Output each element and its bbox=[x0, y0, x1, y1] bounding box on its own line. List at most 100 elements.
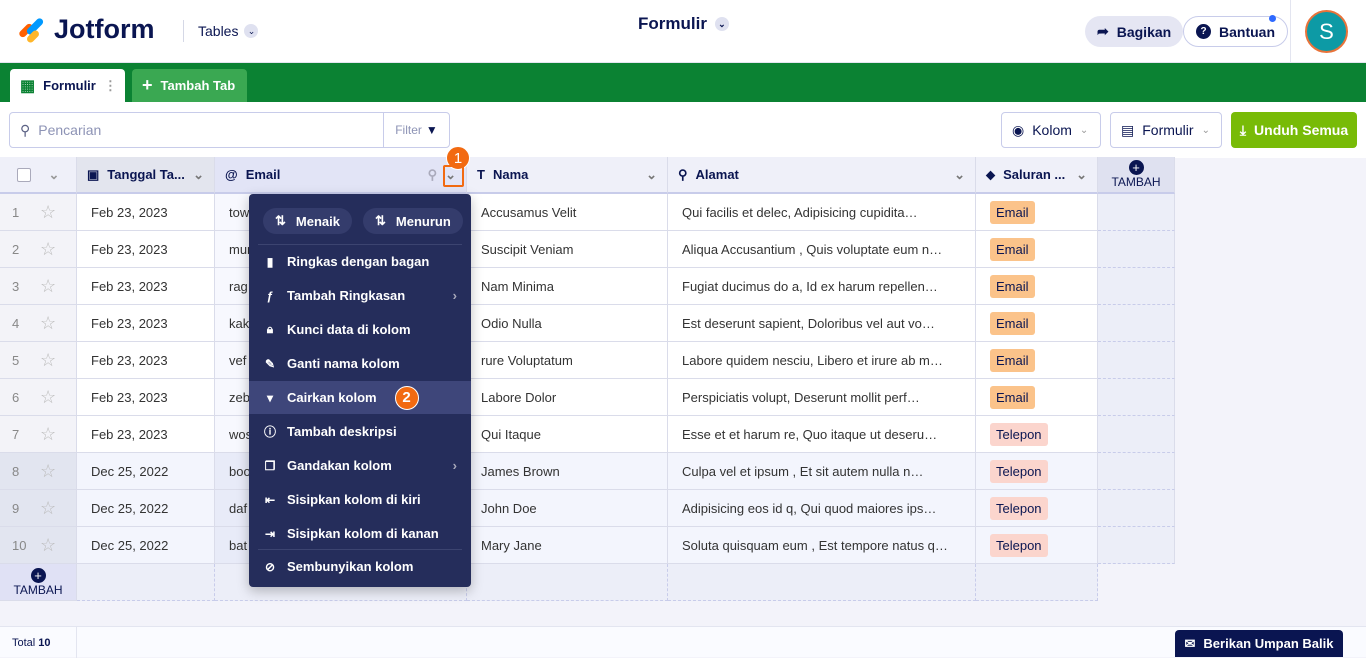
column-header-4[interactable]: ⚲ Alamat ⌄ bbox=[668, 157, 976, 194]
channel-cell[interactable]: Telepon bbox=[976, 453, 1098, 490]
product-switcher[interactable]: Tables ⌄ bbox=[198, 23, 259, 39]
channel-cell[interactable]: Telepon bbox=[976, 527, 1098, 564]
chevron-down-icon[interactable]: ⌄ bbox=[49, 167, 60, 183]
download-all-button[interactable]: ⤓ Unduh Semua bbox=[1231, 112, 1357, 148]
channel-cell[interactable]: Email bbox=[976, 194, 1098, 231]
channel-cell[interactable]: Email bbox=[976, 231, 1098, 268]
column-header-3[interactable]: T Nama ⌄ bbox=[467, 157, 668, 194]
star-icon[interactable]: ☆ bbox=[40, 239, 56, 260]
page-title[interactable]: Formulir ⌄ bbox=[638, 14, 729, 34]
filter-button[interactable]: Filter ▼ bbox=[383, 113, 449, 147]
address-cell[interactable]: Est deserunt sapient, Doloribus vel aut … bbox=[668, 305, 976, 342]
name-cell[interactable]: John Doe bbox=[467, 490, 668, 527]
name-cell[interactable]: rure Voluptatum bbox=[467, 342, 668, 379]
menu-item-bar-chart[interactable]: ▮ Ringkas dengan bagan bbox=[249, 245, 471, 278]
star-icon[interactable]: ☆ bbox=[40, 387, 56, 408]
name-cell[interactable]: James Brown bbox=[467, 453, 668, 490]
chevron-down-icon[interactable]: ⌄ bbox=[193, 167, 204, 183]
more-icon[interactable]: ⋮ bbox=[104, 78, 117, 94]
date-cell[interactable]: Feb 23, 2023 bbox=[77, 305, 215, 342]
star-icon[interactable]: ☆ bbox=[40, 202, 56, 223]
star-icon[interactable]: ☆ bbox=[40, 276, 56, 297]
star-icon[interactable]: ☆ bbox=[40, 535, 56, 556]
add-column-button[interactable]: + TAMBAH bbox=[1098, 157, 1175, 194]
address-cell[interactable]: Culpa vel et ipsum , Et sit autem nulla … bbox=[668, 453, 976, 490]
star-icon[interactable]: ☆ bbox=[40, 313, 56, 334]
column-header-5[interactable]: ⬥ Saluran ... ⌄ bbox=[976, 157, 1098, 194]
lock-icon: 🔒︎ bbox=[266, 322, 274, 336]
share-button[interactable]: ➦ Bagikan bbox=[1085, 16, 1184, 47]
column-header-2[interactable]: @ Email ⚲ ⌄ bbox=[215, 157, 467, 194]
empty-cell bbox=[1098, 453, 1175, 490]
menu-item-function[interactable]: ƒ Tambah Ringkasan › bbox=[249, 279, 471, 312]
jotform-logo[interactable]: Jotform bbox=[16, 14, 155, 45]
select-all-checkbox[interactable]: ⌄ bbox=[0, 157, 77, 194]
sort-descending-button[interactable]: ⇅ Menurun bbox=[363, 208, 463, 234]
tab-formulir[interactable]: ▦ Formulir ⋮ bbox=[10, 69, 125, 102]
channel-cell[interactable]: Email bbox=[976, 268, 1098, 305]
feedback-button[interactable]: ✉ Berikan Umpan Balik bbox=[1175, 630, 1343, 657]
address-cell[interactable]: Fugiat ducimus do a, Id ex harum repelle… bbox=[668, 268, 976, 305]
date-cell[interactable]: Dec 25, 2022 bbox=[77, 453, 215, 490]
star-icon[interactable]: ☆ bbox=[40, 461, 56, 482]
menu-item-label: Tambah deskripsi bbox=[287, 424, 397, 439]
address-cell[interactable]: Labore quidem nesciu, Libero et irure ab… bbox=[668, 342, 976, 379]
columns-button[interactable]: ◉ Kolom ⌄ bbox=[1001, 112, 1101, 148]
chevron-down-icon[interactable]: ⌄ bbox=[1076, 167, 1087, 183]
name-cell[interactable]: Suscipit Veniam bbox=[467, 231, 668, 268]
name-cell[interactable]: Labore Dolor bbox=[467, 379, 668, 416]
address-cell[interactable]: Soluta quisquam eum , Est tempore natus … bbox=[668, 527, 976, 564]
channel-badge: Email bbox=[990, 200, 1035, 224]
star-icon[interactable]: ☆ bbox=[40, 350, 56, 371]
add-tab-button[interactable]: + Tambah Tab bbox=[132, 69, 247, 102]
address-cell[interactable]: Perspiciatis volupt, Deserunt mollit per… bbox=[668, 379, 976, 416]
chevron-down-icon[interactable]: ⌄ bbox=[646, 167, 657, 183]
address-cell[interactable]: Aliqua Accusantium , Quis voluptate eum … bbox=[668, 231, 976, 268]
name-cell[interactable]: Qui Itaque bbox=[467, 416, 668, 453]
date-cell[interactable]: Feb 23, 2023 bbox=[77, 231, 215, 268]
column-menu-trigger-highlight[interactable] bbox=[443, 165, 464, 187]
address-cell[interactable]: Qui facilis et delec, Adipisicing cupidi… bbox=[668, 194, 976, 231]
avatar[interactable]: S bbox=[1305, 10, 1348, 53]
channel-cell[interactable]: Email bbox=[976, 342, 1098, 379]
date-cell[interactable]: Feb 23, 2023 bbox=[77, 268, 215, 305]
menu-item-rename[interactable]: ✎ Ganti nama kolom bbox=[249, 347, 471, 380]
address-cell[interactable]: Adipisicing eos id q, Qui quod maiores i… bbox=[668, 490, 976, 527]
star-icon[interactable]: ☆ bbox=[40, 424, 56, 445]
chevron-down-icon[interactable]: ⌄ bbox=[954, 167, 965, 183]
empty-cell bbox=[1098, 416, 1175, 453]
date-cell[interactable]: Dec 25, 2022 bbox=[77, 490, 215, 527]
date-cell[interactable]: Feb 23, 2023 bbox=[77, 416, 215, 453]
channel-cell[interactable]: Email bbox=[976, 305, 1098, 342]
channel-cell[interactable]: Email bbox=[976, 379, 1098, 416]
menu-item-duplicate[interactable]: ❐ Gandakan kolom › bbox=[249, 449, 471, 482]
divider bbox=[1290, 0, 1291, 63]
menu-item-eye-off[interactable]: ⊘ Sembunyikan kolom bbox=[249, 550, 471, 583]
channel-cell[interactable]: Telepon bbox=[976, 490, 1098, 527]
date-cell[interactable]: Dec 25, 2022 bbox=[77, 527, 215, 564]
star-icon[interactable]: ☆ bbox=[40, 498, 56, 519]
name-cell[interactable]: Mary Jane bbox=[467, 527, 668, 564]
pin-icon[interactable]: ⚲ bbox=[428, 167, 438, 183]
menu-item-lock[interactable]: 🔒︎ Kunci data di kolom bbox=[249, 313, 471, 346]
search-input[interactable]: ⚲ Pencarian Filter ▼ bbox=[9, 112, 450, 148]
form-button[interactable]: ▤ Formulir ⌄ bbox=[1110, 112, 1222, 148]
row-index: 6 bbox=[12, 389, 20, 405]
address-cell[interactable]: Esse et et harum re, Quo itaque ut deser… bbox=[668, 416, 976, 453]
menu-item-label: Gandakan kolom bbox=[287, 458, 392, 473]
sort-ascending-button[interactable]: ⇅ Menaik bbox=[263, 208, 352, 234]
menu-item-pin[interactable]: ▾ Cairkan kolom 2 bbox=[249, 381, 471, 414]
menu-item-insert-left[interactable]: ⇤ Sisipkan kolom di kiri bbox=[249, 483, 471, 516]
checkbox[interactable] bbox=[16, 167, 31, 182]
channel-cell[interactable]: Telepon bbox=[976, 416, 1098, 453]
column-header-1[interactable]: ▣ Tanggal Ta... ⌄ bbox=[77, 157, 215, 194]
name-cell[interactable]: Accusamus Velit bbox=[467, 194, 668, 231]
menu-item-insert-right[interactable]: ⇥ Sisipkan kolom di kanan bbox=[249, 517, 471, 550]
date-cell[interactable]: Feb 23, 2023 bbox=[77, 379, 215, 416]
name-cell[interactable]: Nam Minima bbox=[467, 268, 668, 305]
menu-item-info[interactable]: ⓘ Tambah deskripsi bbox=[249, 415, 471, 448]
date-cell[interactable]: Feb 23, 2023 bbox=[77, 342, 215, 379]
name-cell[interactable]: Odio Nulla bbox=[467, 305, 668, 342]
date-cell[interactable]: Feb 23, 2023 bbox=[77, 194, 215, 231]
add-row-button[interactable]: + TAMBAH bbox=[0, 564, 77, 601]
